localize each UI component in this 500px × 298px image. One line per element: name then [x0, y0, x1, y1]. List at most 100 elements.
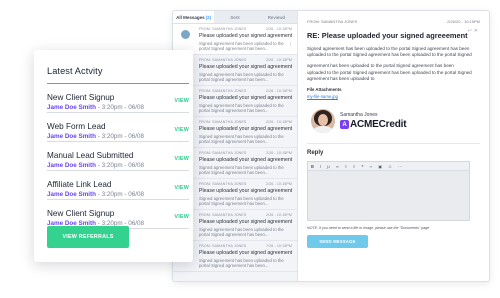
list-item-subject: Please uploaded your signed agreement [199, 250, 292, 256]
list-item-preview: Signed agreement has been uploaded to th… [199, 164, 284, 175]
sender-avatar [181, 30, 190, 39]
list-item-subject: Please uploaded your signed agreement [199, 157, 292, 163]
activity-title: Latest Actvity [47, 66, 103, 76]
list-item-from: FROM: SAMANTHA JONES [199, 213, 247, 217]
list-item-from: FROM: SAMANTHA JONES [199, 120, 247, 124]
activity-name: New Client Signup [47, 93, 115, 102]
reply-textarea[interactable] [308, 171, 469, 221]
list-item-subject: Please uploaded your signed agreement [199, 64, 292, 70]
more-icon[interactable]: ⋯ [398, 164, 402, 169]
activity-user[interactable]: Jame Doe Smith [47, 133, 96, 140]
activity-name: Affiliate Link Lead [47, 180, 112, 189]
list-item-from: FROM: SAMANTHA JONES [199, 182, 247, 186]
detail-paragraph: agreement has been uploaded to the porta… [307, 63, 472, 81]
emoji-icon[interactable]: ☺ [388, 164, 392, 169]
underline-icon[interactable]: ̲U [327, 164, 330, 169]
company-logo: A ACMECredit [340, 119, 407, 131]
list-item-date: 2/26 - 10:15PM [266, 151, 292, 155]
attachments-heading: File Attachments [307, 87, 342, 93]
tab-all-messages[interactable]: All Messages (2) [173, 11, 215, 23]
list-item-date: 2/26 - 10:15PM [266, 213, 292, 217]
list-item-from: FROM: SAMANTHA JONES [199, 151, 247, 155]
activity-view-link[interactable]: VIEW [174, 98, 189, 104]
list-item-preview: Signed agreement has been uploaded to th… [199, 71, 284, 82]
tab-reviewed-label: Reviewd [267, 14, 285, 20]
list-item-date: 2/26 - 10:15PM [266, 120, 292, 124]
attachment-link[interactable]: my-file-name.jpg [307, 94, 480, 99]
activity-user[interactable]: Jame Doe Smith [47, 162, 96, 169]
tab-all-messages-count: (2) [205, 14, 212, 20]
detail-from: FROM: SAMANTHA JONES [307, 19, 358, 24]
activity-time: - 3:20pm - 06/08 [96, 191, 144, 198]
activity-time: - 3:20pm - 06/08 [96, 133, 144, 140]
detail-subject: RE: Please uploaded your signed agreeeme… [307, 31, 468, 40]
activity-item: New Client Signup Jame Doe Smith - 3:20p… [47, 84, 189, 113]
italic-icon[interactable]: 𝐼 [320, 164, 321, 169]
signature: Samantha Jones A ACMECredit [307, 109, 480, 135]
image-icon[interactable]: ▣ [378, 164, 382, 169]
activity-user[interactable]: Jame Doe Smith [47, 104, 96, 111]
activity-item: Manual Lead Submitted Jame Doe Smith - 3… [47, 142, 189, 171]
messages-window: All Messages (2) Sent Reviewd FROM: SAMA… [172, 10, 490, 282]
list-item-preview: Signed agreement has been uploaded to th… [199, 195, 284, 206]
activity-item: Web Form Lead Jame Doe Smith - 3:20pm - … [47, 113, 189, 142]
list-item-preview: Signed agreement has been uploaded to th… [199, 257, 284, 268]
tab-sent[interactable]: Sent [214, 11, 255, 23]
activity-view-link[interactable]: VIEW [174, 185, 189, 191]
editor-toolbar: 𝐁 𝐼 ̲U ∞ ≡ ≡ ❝ ‹› ▣ ☺ ⋯ [308, 162, 469, 172]
list-item-from: FROM: SAMANTHA JONES [199, 89, 247, 93]
reply-editor[interactable]: 𝐁 𝐼 ̲U ∞ ≡ ≡ ❝ ‹› ▣ ☺ ⋯ [307, 161, 470, 222]
activity-item: New Client Signup Jame Doe Smith - 3:20p… [47, 200, 189, 229]
detail-actions: ↩✕ [468, 28, 480, 34]
list-item-from: FROM: SAMANTHA JONES [199, 27, 247, 31]
list-item-preview: Signed agreement has been uploaded to th… [199, 226, 284, 237]
close-icon[interactable]: ✕ [474, 28, 480, 34]
activity-view-link[interactable]: VIEW [174, 214, 189, 220]
detail-paragraph: Signed agreement has been uploaded to th… [307, 46, 472, 58]
list-item-date: 2/26 - 10:15PM [266, 58, 292, 62]
detail-date: 2/26/20 - 10:15PM [447, 19, 480, 24]
list-item-date: 2/26 - 10:15PM [266, 89, 292, 93]
view-referrals-button[interactable]: VIEW REFERRALS [47, 226, 129, 248]
list-item-date: 2/26 - 10:15PM [266, 27, 292, 31]
signature-photo [311, 109, 335, 134]
send-message-button[interactable]: SEND MESSAGE [307, 235, 368, 249]
quote-icon[interactable]: ❝ [361, 164, 363, 169]
align-icon[interactable]: ≡ [353, 164, 355, 169]
tab-reviewed[interactable]: Reviewd [256, 11, 297, 23]
activity-time: - 3:20pm - 06/08 [96, 162, 144, 169]
list-item-preview: Signed agreement has been uploaded to th… [199, 133, 284, 144]
latest-activity-card: Latest Actvity New Client Signup Jame Do… [34, 50, 193, 262]
list-item-date: 2/26 - 10:15PM [266, 182, 292, 186]
list-item-subject: Please uploaded your signed agreement [199, 219, 292, 225]
link-icon[interactable]: ∞ [336, 164, 339, 169]
activity-time: - 3:20pm - 06/08 [96, 104, 144, 111]
list-item-preview: Signed agreement has been uploaded to th… [199, 102, 284, 113]
list-item-subject: Please uploaded your signed agreement [199, 188, 292, 194]
reply-heading: Reply [307, 143, 480, 156]
editor-note: NOTE: If you need to send a file or imag… [307, 226, 430, 231]
list-item-subject: Please uploaded your signed agreement [199, 126, 292, 132]
list-icon[interactable]: ≡ [345, 164, 347, 169]
bold-icon[interactable]: 𝐁 [311, 164, 314, 169]
tab-all-messages-label: All Messages [176, 14, 205, 20]
list-item-from: FROM: SAMANTHA JONES [199, 244, 247, 248]
logo-text: ACMECredit [350, 119, 407, 131]
list-item-subject: Please uploaded your signed agreement [199, 95, 292, 101]
activity-name: New Client Signup [47, 209, 115, 218]
activity-view-link[interactable]: VIEW [174, 156, 189, 162]
activity-name: Manual Lead Submitted [47, 151, 134, 160]
signature-name: Samantha Jones [340, 112, 378, 119]
tab-sent-label: Sent [230, 14, 240, 20]
list-item-from: FROM: SAMANTHA JONES [199, 58, 247, 62]
detail-body: Signed agreement has been uploaded to th… [307, 46, 473, 82]
message-tabs: All Messages (2) Sent Reviewd [173, 11, 297, 24]
activity-item: Affiliate Link Lead Jame Doe Smith - 3:2… [47, 171, 189, 200]
code-icon[interactable]: ‹› [370, 164, 373, 169]
activity-view-link[interactable]: VIEW [174, 127, 189, 133]
message-detail: FROM: SAMANTHA JONES 2/26/20 - 10:15PM ↩… [300, 11, 489, 281]
list-item-preview: Signed agreement has been uploaded to th… [199, 40, 284, 51]
list-item-subject: Please uploaded your signed agreement [199, 33, 292, 39]
activity-name: Web Form Lead [47, 122, 106, 131]
activity-user[interactable]: Jame Doe Smith [47, 191, 96, 198]
